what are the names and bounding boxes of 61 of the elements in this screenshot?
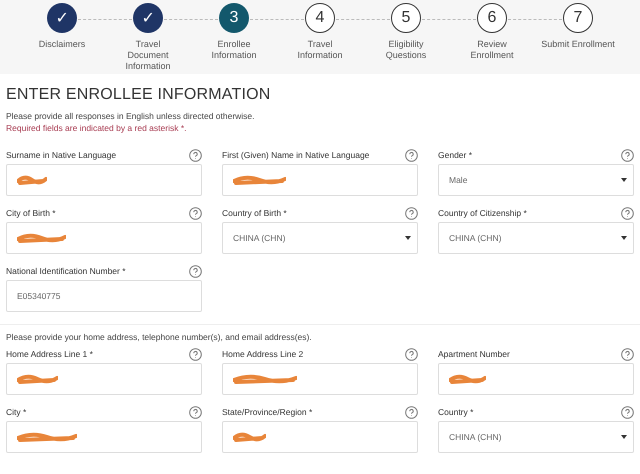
help-icon[interactable] <box>621 148 634 162</box>
step-circle: 5 <box>391 3 421 33</box>
field-label: City * <box>6 407 26 417</box>
input-field[interactable] <box>222 363 418 395</box>
field-label: Country of Citizenship * <box>438 208 527 218</box>
help-icon[interactable] <box>405 148 418 162</box>
step-label: Disclaimers <box>38 39 86 50</box>
help-icon[interactable] <box>621 348 634 360</box>
step-label: Submit Enrollment <box>540 39 616 50</box>
field-label: City of Birth * <box>6 208 56 218</box>
input-field[interactable] <box>6 222 202 254</box>
step-label: Review Enrollment <box>469 39 515 61</box>
help-icon[interactable] <box>189 264 202 278</box>
field-label: Country of Birth * <box>222 208 287 218</box>
caret-icon <box>621 236 627 240</box>
step-label: Travel Document Information <box>124 39 172 72</box>
input-field[interactable] <box>222 164 418 196</box>
input-field[interactable] <box>438 363 634 395</box>
field-label: Country * <box>438 407 474 417</box>
required-note: Required fields are indicated by a red asterisk *. <box>6 122 188 134</box>
help-icon[interactable] <box>405 348 418 360</box>
step-label: Travel Information <box>296 39 344 61</box>
help-icon[interactable] <box>189 406 202 418</box>
step-label: Enrollee Information <box>210 39 258 61</box>
help-icon[interactable] <box>621 406 634 418</box>
select-field[interactable]: CHINA (CHN) <box>438 421 634 453</box>
select-field[interactable]: CHINA (CHN) <box>438 222 634 254</box>
step-circle: 6 <box>477 3 507 33</box>
step-circle: ✓ <box>133 3 163 33</box>
caret-icon <box>621 178 627 182</box>
field-label: Home Address Line 1 * <box>6 349 93 359</box>
caret-icon <box>621 435 627 439</box>
instruction-text: Please provide all responses in English unless directed otherwise. <box>6 110 256 122</box>
step-label: Eligibility Questions <box>384 39 428 61</box>
field-label: First (Given) Name in Native Language <box>222 150 370 160</box>
step-circle: 3 <box>219 3 249 33</box>
input-field[interactable]: E05340775 <box>6 280 202 312</box>
field-label: National Identification Number * <box>6 266 126 276</box>
field-label: State/Province/Region * <box>222 407 312 417</box>
input-field[interactable] <box>6 363 202 395</box>
page-heading: ENTER ENROLLEE INFORMATION <box>6 86 272 104</box>
select-field[interactable]: CHINA (CHN) <box>222 222 418 254</box>
field-label: Apartment Number <box>438 349 510 359</box>
help-icon[interactable] <box>189 148 202 162</box>
select-field[interactable]: Male <box>438 164 634 196</box>
input-field[interactable] <box>6 421 202 453</box>
help-icon[interactable] <box>405 206 418 220</box>
field-label: Surname in Native Language <box>6 150 116 160</box>
field-label: Gender * <box>438 150 472 160</box>
help-icon[interactable] <box>405 406 418 418</box>
input-field[interactable] <box>6 164 202 196</box>
help-icon[interactable] <box>189 206 202 220</box>
caret-icon <box>405 236 411 240</box>
help-icon[interactable] <box>621 206 634 220</box>
field-label: Home Address Line 2 <box>222 349 304 359</box>
section-note: Please provide your home address, telephone number(s), and email address(es). <box>6 331 313 343</box>
step-circle: 4 <box>305 3 335 33</box>
input-field[interactable] <box>222 421 418 453</box>
help-icon[interactable] <box>189 348 202 360</box>
step-circle: 7 <box>563 3 593 33</box>
step-circle: ✓ <box>47 3 77 33</box>
